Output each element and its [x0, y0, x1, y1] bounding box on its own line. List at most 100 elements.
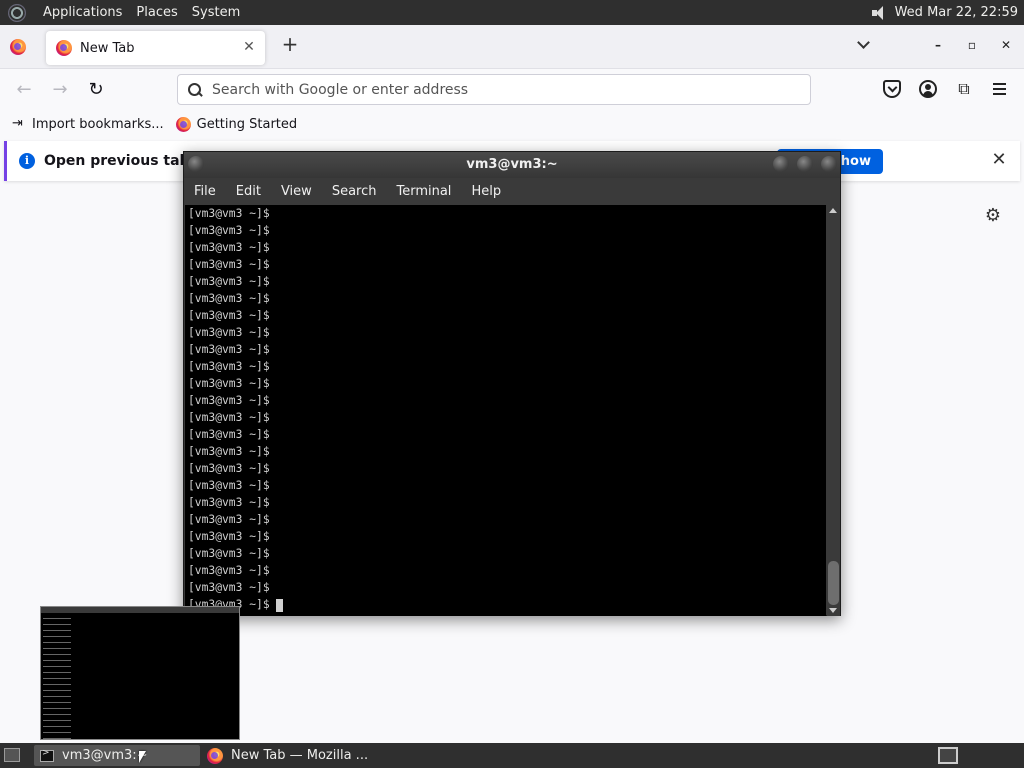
terminal-line: [vm3@vm3 ~]$: [188, 377, 270, 390]
terminal-line: [vm3@vm3 ~]$: [188, 241, 270, 254]
preview-line: [43, 734, 71, 739]
preview-line: [43, 722, 71, 727]
terminal-line: [vm3@vm3 ~]$: [188, 496, 270, 509]
taskbar-item-firefox[interactable]: New Tab — Mozilla ...: [205, 745, 435, 766]
taskbar-item-terminal[interactable]: vm3@vm3:~: [34, 745, 200, 766]
close-button[interactable]: [821, 156, 837, 172]
preview-line: [43, 710, 71, 715]
preview-line: [43, 656, 71, 661]
preview-line: [43, 620, 71, 625]
scrollbar-thumb[interactable]: [828, 561, 839, 605]
bookmarks-toolbar: ⇥ Import bookmarks... Getting Started: [0, 110, 1024, 138]
url-bar[interactable]: [177, 74, 811, 105]
preview-line: [43, 698, 71, 703]
menu-system[interactable]: System: [185, 0, 247, 25]
preview-line: [43, 692, 71, 697]
terminal-line: [vm3@vm3 ~]$: [188, 343, 270, 356]
tab-close-icon[interactable]: ✕: [241, 39, 257, 55]
terminal-line: [vm3@vm3 ~]$: [188, 596, 823, 613]
clock[interactable]: Wed Mar 22, 22:59: [895, 5, 1024, 20]
menu-help[interactable]: Help: [461, 184, 511, 199]
tab-new-tab[interactable]: New Tab ✕: [46, 31, 265, 65]
menu-search[interactable]: Search: [322, 184, 387, 199]
volume-icon[interactable]: [871, 5, 887, 21]
terminal-line: [vm3@vm3 ~]$: [188, 275, 270, 288]
terminal-scrollbar[interactable]: [827, 205, 840, 616]
mouse-pointer-icon: [139, 751, 146, 763]
minimize-button[interactable]: –: [930, 37, 946, 53]
terminal-output[interactable]: [vm3@vm3 ~]$ [vm3@vm3 ~]$ [vm3@vm3 ~]$ [vm3…: [185, 205, 826, 616]
menu-terminal[interactable]: Terminal: [386, 184, 461, 199]
forward-arrow-icon[interactable]: →: [50, 80, 70, 100]
close-icon[interactable]: ✕: [990, 151, 1008, 169]
terminal-line: [vm3@vm3 ~]$: [188, 445, 270, 458]
firefox-icon: [175, 116, 191, 132]
menu-file[interactable]: File: [184, 184, 226, 199]
menu-applications[interactable]: Applications: [36, 0, 129, 25]
terminal-line: [vm3@vm3 ~]$: [188, 309, 270, 322]
preview-line: [43, 662, 71, 667]
taskbar-label: New Tab — Mozilla ...: [231, 748, 369, 763]
extensions-icon[interactable]: ⧉: [955, 80, 973, 98]
terminal-titlebar[interactable]: vm3@vm3:~: [184, 152, 840, 178]
menu-view[interactable]: View: [271, 184, 322, 199]
terminal-line: [vm3@vm3 ~]$: [188, 428, 270, 441]
terminal-icon: [40, 748, 54, 762]
terminal-window[interactable]: vm3@vm3:~ File Edit View Search Terminal…: [183, 151, 841, 616]
window-menu-icon[interactable]: [188, 156, 204, 172]
bottom-panel: vm3@vm3:~ New Tab — Mozilla ...: [0, 743, 1024, 768]
app-menu-icon[interactable]: [991, 80, 1009, 98]
terminal-line: [vm3@vm3 ~]$: [188, 224, 270, 237]
preview-line: [43, 680, 71, 685]
gear-icon[interactable]: ⚙: [984, 207, 1002, 225]
terminal-line: [vm3@vm3 ~]$: [188, 581, 270, 594]
close-window-button[interactable]: ✕: [998, 37, 1014, 53]
distro-logo-icon[interactable]: [8, 3, 26, 22]
maximize-button[interactable]: [797, 156, 813, 172]
preview-line: [43, 668, 71, 673]
address-input[interactable]: [212, 81, 772, 98]
terminal-line: [vm3@vm3 ~]$: [188, 258, 270, 271]
firefox-tab-strip: New Tab ✕ + – ▫ ✕: [0, 25, 1024, 69]
preview-line: [43, 632, 71, 637]
workspace-switcher-icon[interactable]: [938, 747, 958, 764]
menu-places[interactable]: Places: [129, 0, 184, 25]
top-panel: Applications Places System Wed Mar 22, 2…: [0, 0, 1024, 25]
terminal-line: [vm3@vm3 ~]$: [188, 479, 270, 492]
preview-line: [43, 644, 71, 649]
terminal-window-preview[interactable]: [40, 606, 240, 740]
terminal-line: [vm3@vm3 ~]$: [188, 207, 270, 220]
bookmark-label: Getting Started: [196, 116, 298, 132]
terminal-line: [vm3@vm3 ~]$: [188, 513, 270, 526]
terminal-title: vm3@vm3:~: [466, 157, 558, 172]
terminal-line: [vm3@vm3 ~]$: [188, 462, 270, 475]
pocket-icon[interactable]: [883, 80, 901, 98]
terminal-line: [vm3@vm3 ~]$: [188, 326, 270, 339]
account-icon[interactable]: [919, 80, 937, 98]
bookmark-getting-started[interactable]: Getting Started: [175, 116, 298, 132]
scroll-up-icon[interactable]: [829, 208, 837, 213]
panel-tray: Wed Mar 22, 22:59: [871, 0, 1024, 25]
bookmark-import[interactable]: ⇥ Import bookmarks...: [12, 117, 164, 132]
preview-line: [43, 650, 71, 655]
menu-edit[interactable]: Edit: [226, 184, 271, 199]
preview-line: [43, 728, 71, 733]
terminal-line: [vm3@vm3 ~]$: [188, 564, 270, 577]
reload-icon[interactable]: ↻: [86, 80, 106, 100]
terminal-menubar: File Edit View Search Terminal Help: [184, 178, 840, 204]
new-tab-button[interactable]: +: [280, 34, 300, 54]
preview-line: [43, 614, 71, 619]
maximize-button[interactable]: ▫: [964, 37, 980, 53]
chevron-down-icon[interactable]: [855, 37, 873, 53]
terminal-line: [vm3@vm3 ~]$: [188, 411, 270, 424]
back-arrow-icon[interactable]: ←: [14, 80, 34, 100]
bookmark-label: Import bookmarks...: [32, 116, 164, 132]
search-icon: [187, 82, 203, 98]
minimize-button[interactable]: [773, 156, 789, 172]
firefox-icon: [56, 40, 72, 56]
firefox-view-icon[interactable]: [10, 39, 26, 55]
terminal-line: [vm3@vm3 ~]$: [188, 530, 270, 543]
scroll-down-icon[interactable]: [829, 608, 837, 613]
firefox-nav-bar: ← → ↻ ⧉: [0, 70, 1024, 110]
show-desktop-icon[interactable]: [4, 748, 20, 762]
